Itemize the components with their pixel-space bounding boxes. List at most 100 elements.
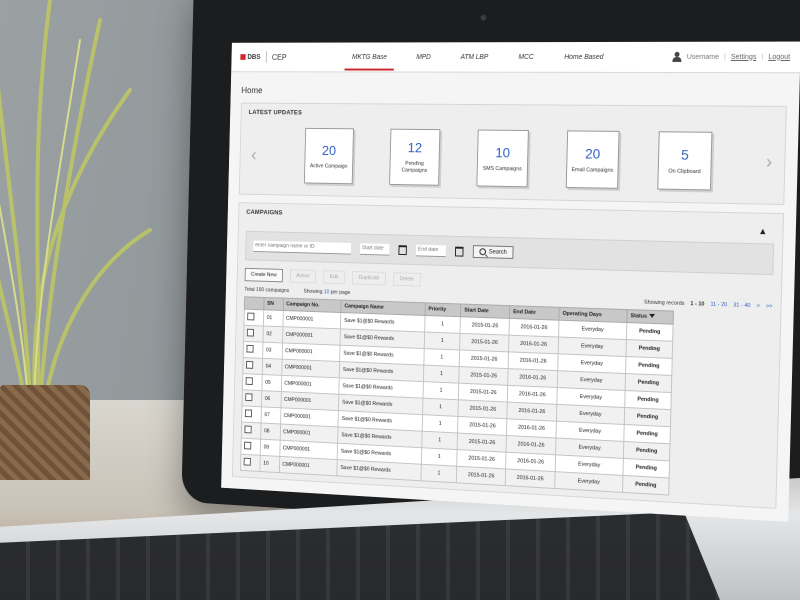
pager-page-link[interactable]: 31 - 40 xyxy=(733,302,750,309)
row-checkbox[interactable] xyxy=(244,441,252,450)
select-cell xyxy=(243,325,264,343)
tile-label: On Clipboard xyxy=(668,168,701,175)
per-page-suffix: per page xyxy=(330,289,351,296)
brand-logo[interactable]: DBS xyxy=(240,54,261,60)
row-checkbox[interactable] xyxy=(246,360,254,369)
tile-on-clipboard[interactable]: 5 On Clipboard xyxy=(657,131,713,191)
tile-count: 10 xyxy=(495,144,511,161)
row-checkbox[interactable] xyxy=(245,393,253,402)
tile-label: SMS Campaigns xyxy=(482,165,522,173)
nav-item-mktg-base[interactable]: MKTG Base xyxy=(348,44,391,70)
row-checkbox[interactable] xyxy=(245,377,253,386)
brand-divider xyxy=(265,51,267,63)
nav-item-mcc[interactable]: MCC xyxy=(514,44,537,71)
filter-icon[interactable] xyxy=(648,313,655,319)
select-column-header xyxy=(244,296,265,310)
cell-end: 2016-01-26 xyxy=(508,351,559,371)
campaigns-table: SN Campaign No. Campaign Name Priority S… xyxy=(240,296,674,496)
pager-label: Showing records xyxy=(643,299,685,307)
cell-priority: 1 xyxy=(420,464,458,483)
chevron-right-icon[interactable]: › xyxy=(762,151,777,173)
cell-sn: 09 xyxy=(260,439,280,457)
tile-pending-campaigns[interactable]: 12 Pending Campaigns xyxy=(389,128,441,186)
per-page-select[interactable]: 10 xyxy=(324,289,330,295)
tile-count: 12 xyxy=(407,139,423,156)
column-header[interactable]: SN xyxy=(263,297,284,311)
tile-email-campaigns[interactable]: 20 Email Campaigns xyxy=(565,130,620,189)
cell-priority: 1 xyxy=(421,431,458,450)
total-count: Total 150 campaigns xyxy=(244,286,290,294)
top-bar: DBS CEP MKTG Base MPD ATM LBP MCC Home B… xyxy=(231,41,800,74)
search-button-label: Search xyxy=(488,248,507,256)
cell-start: 2015-01-26 xyxy=(459,349,509,369)
start-date-field[interactable] xyxy=(359,242,390,256)
page-title: Home xyxy=(241,85,263,96)
cell-status: Pending xyxy=(625,356,673,376)
cell-sn: 08 xyxy=(260,422,281,441)
edit-button[interactable]: Edit xyxy=(323,270,346,285)
chevron-left-icon[interactable]: ‹ xyxy=(247,145,260,165)
cell-sn: 06 xyxy=(261,390,282,408)
settings-link[interactable]: Settings xyxy=(731,53,757,60)
page-content: Home LATEST UPDATES ‹ 20 Active Campaign… xyxy=(221,72,800,522)
select-cell xyxy=(243,341,264,359)
username[interactable]: Username xyxy=(687,53,719,60)
create-new-button[interactable]: Create New xyxy=(244,267,284,283)
cell-priority: 1 xyxy=(422,381,460,400)
select-cell xyxy=(242,373,263,391)
logout-link[interactable]: Logout xyxy=(768,53,790,60)
column-header[interactable]: Priority xyxy=(424,302,462,317)
end-date-field[interactable] xyxy=(415,244,446,257)
cell-sn: 02 xyxy=(263,325,283,343)
campaign-search-input[interactable] xyxy=(253,240,352,255)
search-icon xyxy=(479,248,487,256)
cell-status: Pending xyxy=(626,322,674,342)
update-tiles: 20 Active Campaign 12 Pending Campaigns … xyxy=(259,127,762,191)
search-button[interactable]: Search xyxy=(472,245,514,259)
pager-last[interactable]: >> xyxy=(766,303,773,309)
brand: DBS CEP xyxy=(240,51,343,63)
tile-sms-campaigns[interactable]: 10 SMS Campaigns xyxy=(476,129,529,188)
cell-status: Pending xyxy=(625,373,672,393)
row-checkbox[interactable] xyxy=(244,425,252,434)
select-cell xyxy=(242,357,263,375)
select-cell xyxy=(240,438,261,456)
select-cell xyxy=(240,454,261,472)
plant-image xyxy=(0,0,152,402)
cell-start: 2015-01-26 xyxy=(460,316,510,336)
laptop-screen-assembly: DBS CEP MKTG Base MPD ATM LBP MCC Home B… xyxy=(182,0,800,532)
calendar-icon[interactable] xyxy=(454,246,464,257)
cell-priority: 1 xyxy=(421,447,458,467)
delete-button[interactable]: Delete xyxy=(393,272,421,287)
nav-item-atm-lbp[interactable]: ATM LBP xyxy=(456,44,492,71)
row-checkbox[interactable] xyxy=(246,344,254,353)
nav-item-mpd[interactable]: MPD xyxy=(412,44,434,70)
pager-page-link[interactable]: 11 - 20 xyxy=(710,302,727,309)
cell-priority: 1 xyxy=(422,398,459,417)
calendar-icon[interactable] xyxy=(398,244,407,255)
pager-next[interactable]: > xyxy=(756,303,759,309)
updates-carousel: ‹ 20 Active Campaign 12 Pending Campaign… xyxy=(240,122,786,204)
cell-priority: 1 xyxy=(422,414,459,434)
row-checkbox[interactable] xyxy=(247,312,255,321)
cell-status: Pending xyxy=(624,390,672,410)
cell-priority: 1 xyxy=(424,315,461,334)
select-cell xyxy=(242,389,262,407)
nav-item-home-based[interactable]: Home Based xyxy=(560,43,608,70)
duplicate-button[interactable]: Duplicate xyxy=(351,270,387,286)
status-header-label: Status xyxy=(630,313,648,320)
cell-sn: 03 xyxy=(262,342,283,360)
pager-current: 1 - 10 xyxy=(690,301,705,308)
divider: | xyxy=(761,53,764,61)
chevron-up-icon[interactable]: ▲ xyxy=(758,226,767,236)
active-button[interactable]: Active xyxy=(289,269,317,284)
latest-updates-panel: LATEST UPDATES ‹ 20 Active Campaign 12 P… xyxy=(238,102,787,205)
user-icon xyxy=(673,52,682,62)
select-cell xyxy=(241,422,262,440)
row-checkbox[interactable] xyxy=(246,328,255,337)
per-page-control: Showing 10 per page xyxy=(303,289,350,296)
row-checkbox[interactable] xyxy=(243,457,251,466)
cell-status: Pending xyxy=(626,339,673,359)
tile-active-campaign[interactable]: 20 Active Campaign xyxy=(303,127,354,185)
row-checkbox[interactable] xyxy=(244,409,253,418)
